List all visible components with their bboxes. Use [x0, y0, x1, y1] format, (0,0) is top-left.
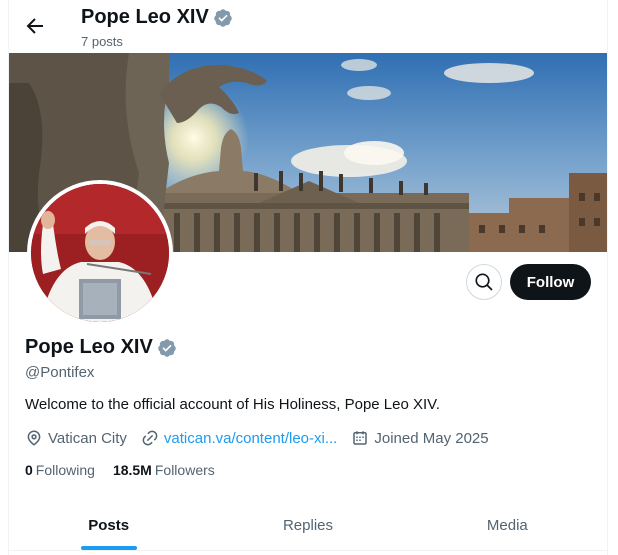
profile-name-text: Pope Leo XIV — [25, 336, 153, 358]
joined-item: Joined May 2025 — [351, 429, 489, 447]
location-text: Vatican City — [48, 429, 127, 447]
verified-badge-icon[interactable] — [157, 338, 177, 358]
following-label: Following — [35, 462, 95, 478]
tab-media-label: Media — [486, 516, 528, 534]
post-count: 7 posts — [81, 34, 123, 49]
header-title: Pope Leo XIV — [81, 6, 233, 29]
following-count: 0 — [25, 462, 33, 478]
search-icon — [475, 273, 493, 291]
active-tab-indicator — [80, 546, 137, 550]
link-icon — [142, 430, 158, 446]
tab-posts-label: Posts — [88, 516, 130, 534]
calendar-icon — [353, 431, 368, 445]
tab-replies[interactable]: Replies — [208, 500, 407, 550]
joined-text: Joined May 2025 — [374, 429, 489, 447]
website-item: vatican.va/content/leo-xi... — [141, 429, 337, 447]
location-pin-icon — [27, 430, 41, 446]
profile-name: Pope Leo XIV — [25, 336, 177, 359]
profile-avatar[interactable] — [27, 180, 173, 326]
tab-replies-label: Replies — [282, 516, 333, 534]
followers-label: Followers — [154, 462, 215, 478]
follow-stats: 0 Following 18.5M Followers — [25, 462, 215, 478]
profile-meta: Vatican City vatican.va/content/leo-xi..… — [25, 429, 503, 447]
profile-page: Pope Leo XIV 7 posts Follow Pope Leo XIV… — [8, 0, 608, 555]
following-link[interactable]: 0 Following — [25, 462, 95, 478]
verified-badge-icon[interactable] — [213, 8, 233, 28]
profile-handle: @Pontifex — [25, 364, 95, 381]
header-name: Pope Leo XIV — [81, 6, 209, 28]
location-item: Vatican City — [25, 429, 127, 447]
followers-count: 18.5M — [112, 462, 152, 478]
back-arrow-icon[interactable] — [23, 14, 47, 38]
followers-link[interactable]: 18.5M Followers — [113, 462, 215, 478]
follow-button[interactable]: Follow — [510, 264, 591, 300]
profile-header: Pope Leo XIV 7 posts — [9, 0, 607, 53]
search-profile-button[interactable] — [466, 264, 502, 300]
tab-posts[interactable]: Posts — [9, 500, 208, 550]
tab-media[interactable]: Media — [408, 500, 607, 550]
profile-bio: Welcome to the official account of His H… — [25, 396, 440, 413]
profile-tabs: Posts Replies Media — [9, 500, 607, 551]
website-link[interactable]: vatican.va/content/leo-xi... — [164, 430, 337, 447]
